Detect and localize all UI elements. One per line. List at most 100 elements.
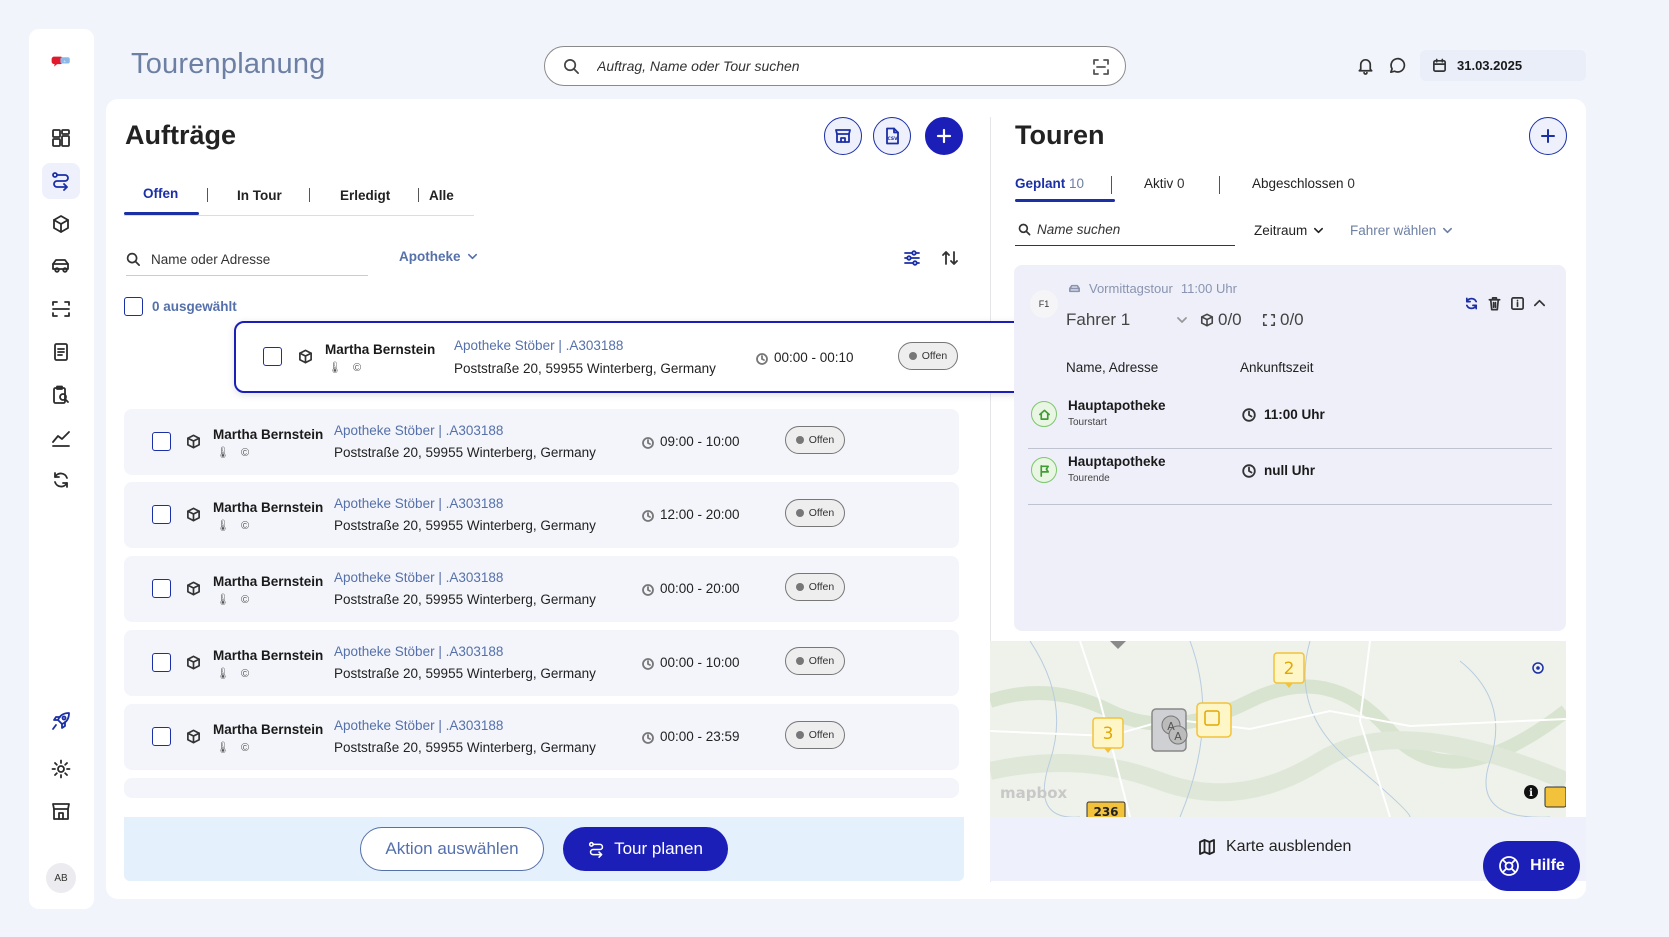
map-canvas[interactable]: 2 3 A A mapbox 236 i [990,641,1566,817]
sidebar-item-launch[interactable] [42,703,80,739]
tour-search-input[interactable] [1037,222,1227,237]
filter-sliders-icon[interactable] [903,249,921,267]
add-tour-button[interactable] [1529,117,1567,155]
order-pharmacy: Apotheke Stöber | .A303188 [334,423,504,438]
order-row-partial[interactable] [124,778,959,798]
chat-icon[interactable] [1388,56,1407,75]
sidebar-item-packages[interactable] [42,206,80,242]
order-address: Poststraße 20, 59955 Winterberg, Germany [334,445,596,460]
tour-map[interactable]: 2 3 A A mapbox 236 i [990,641,1566,817]
status-badge: Offen [785,499,845,527]
driver-filter-dropdown[interactable]: Fahrer wählen [1350,223,1453,238]
driver-name: Fahrer 1 [1066,310,1131,329]
pharmacy-filter-dropdown[interactable]: Apotheke [399,249,478,264]
package-count: 0/0 [1200,310,1242,330]
select-all-checkbox[interactable] [124,297,143,316]
order-checkbox[interactable] [263,347,282,366]
tab-open[interactable]: Offen [143,186,178,201]
plus-icon [936,128,952,144]
tab-completed-count: 0 [1347,176,1355,191]
global-search-input[interactable] [597,58,1067,74]
sidebar-item-settings[interactable] [42,751,80,787]
clock-icon [1242,464,1256,478]
order-checkbox[interactable] [152,727,171,746]
order-pharmacy: Apotheke Stöber | .A303188 [454,338,624,353]
select-action-button[interactable]: Aktion auswählen [360,827,544,871]
bell-icon[interactable] [1356,56,1375,75]
clock-icon [642,732,654,744]
sidebar-item-sync[interactable] [42,462,80,498]
package-icon [187,581,200,596]
select-all[interactable]: 0 ausgewählt [124,297,237,316]
dragged-order-row[interactable]: Martha Bernstein 🌡 © Apotheke Stöber | .… [234,321,1074,393]
pharmacy-button[interactable] [824,117,862,155]
tab-separator [1219,176,1220,194]
customer-name: Martha Bernstein [213,722,324,737]
csv-import-button[interactable]: CSV [873,117,911,155]
clock-icon [1242,408,1256,422]
add-order-button[interactable] [925,117,963,155]
order-row[interactable]: Martha Bernstein 🌡 © Apotheke Stöber | .… [124,409,959,475]
svg-text:3: 3 [1103,724,1114,744]
order-row[interactable]: Martha Bernstein 🌡 © Apotheke Stöber | .… [124,482,959,548]
tour-stop-row[interactable]: Hauptapotheke Tourstart 11:00 Uhr [1028,395,1552,449]
package-icon [53,215,69,233]
date-picker[interactable]: 31.03.2025 [1420,50,1586,81]
order-row[interactable]: Martha Bernstein 🌡 © Apotheke Stöber | .… [124,704,959,770]
road-label: 236 [1093,805,1118,817]
tour-stop-row[interactable]: Hauptapotheke Tourende null Uhr [1028,451,1552,505]
tab-done[interactable]: Erledigt [340,188,390,203]
rocket-icon [52,712,70,730]
trash-icon[interactable] [1487,296,1502,311]
svg-text:A: A [1174,730,1182,743]
truck-icon [52,259,69,273]
driver-select[interactable]: Fahrer 1 [1066,310,1188,330]
map-marker-3[interactable]: 3 [1092,717,1124,753]
order-pharmacy: Apotheke Stöber | .A303188 [334,496,504,511]
tab-all[interactable]: Alle [429,188,454,203]
customer-name: Martha Bernstein [213,500,324,515]
store-icon [52,803,70,820]
chevron-down-icon [1314,227,1324,234]
plan-tour-button[interactable]: Tour planen [563,827,728,871]
app-logo[interactable]: + [42,43,80,79]
order-checkbox[interactable] [152,505,171,524]
order-checkbox[interactable] [152,579,171,598]
order-search-input[interactable] [151,252,351,267]
sidebar-item-analytics[interactable] [42,420,80,456]
sidebar-item-vehicles[interactable] [42,248,80,284]
order-time-window: 09:00 - 10:00 [660,434,740,449]
refresh-icon[interactable] [1464,296,1479,311]
stop-time: 11:00 Uhr [1264,407,1325,422]
sidebar-item-documents[interactable] [42,334,80,370]
column-header-arrival: Ankunftszeit [1240,360,1314,375]
sidebar-item-dashboard[interactable] [42,120,80,156]
tab-separator [1111,176,1112,194]
tab-active[interactable]: Aktiv 0 [1144,176,1185,191]
tour-start-time: 11:00 Uhr [1180,281,1237,296]
period-filter-dropdown[interactable]: Zeitraum [1254,223,1324,238]
map-marker-2[interactable]: 2 [1273,652,1305,688]
svg-text:i: i [1529,788,1533,799]
sidebar-item-tours[interactable] [42,163,80,199]
avatar[interactable]: AB [46,863,76,893]
report-search-icon [53,385,69,404]
order-row[interactable]: Martha Bernstein 🌡 © Apotheke Stöber | .… [124,556,959,622]
chevron-up-icon[interactable] [1532,296,1547,311]
barcode-scan-icon[interactable] [1093,59,1109,75]
info-panel-icon[interactable] [1510,296,1525,311]
order-checkbox[interactable] [152,653,171,672]
tab-in-tour[interactable]: In Tour [237,188,282,203]
order-row[interactable]: Martha Bernstein 🌡 © Apotheke Stöber | .… [124,630,959,696]
hide-map-button[interactable]: Karte ausblenden [1198,838,1351,856]
help-button[interactable]: Hilfe [1483,841,1580,891]
sidebar-item-scan[interactable] [42,291,80,327]
order-checkbox[interactable] [152,432,171,451]
plus-icon [1541,129,1555,143]
sort-icon[interactable] [941,249,959,267]
sidebar-item-reports[interactable] [42,377,80,413]
tab-completed[interactable]: Abgeschlossen 0 [1252,176,1355,191]
sidebar-item-pharmacy[interactable] [42,793,80,829]
pharmacy-filter-label: Apotheke [399,249,461,264]
tab-planned[interactable]: Geplant 10 [1015,176,1084,191]
